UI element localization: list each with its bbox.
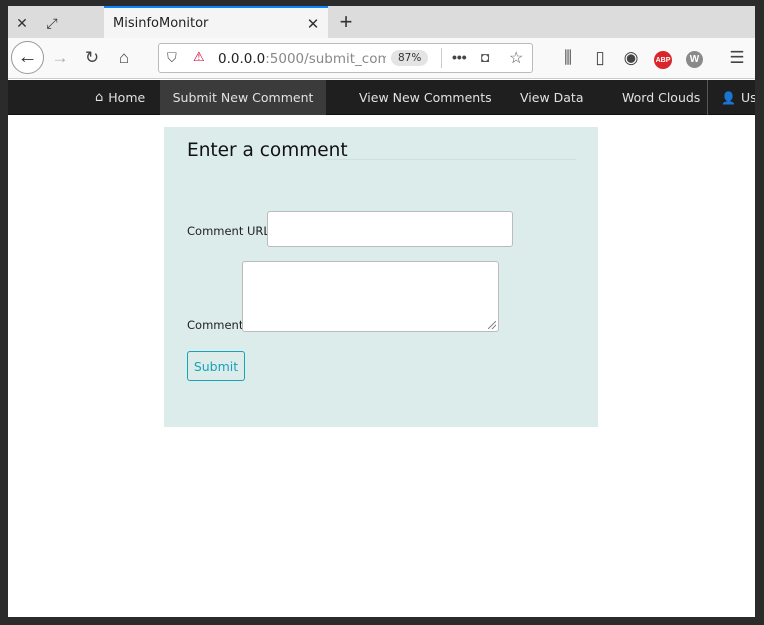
title-divider <box>326 159 576 160</box>
url-path: :5000/submit_comme <box>265 51 386 67</box>
comment-form-panel: Enter a comment Comment URL Comment Subm… <box>164 127 598 427</box>
nav-item-view-data[interactable]: View Data <box>520 80 583 115</box>
pocket-icon[interactable]: ◘ <box>481 49 489 65</box>
zoom-badge[interactable]: 87% <box>391 50 429 66</box>
nav-item-submit-comment[interactable]: Submit New Comment <box>160 80 326 115</box>
page-title: Enter a comment <box>187 140 348 161</box>
nav-item-home[interactable]: ⌂ Home <box>95 80 145 115</box>
reload-icon[interactable]: ↻ <box>80 46 104 70</box>
insecure-lock-icon[interactable]: ⚠ <box>193 49 205 65</box>
extension-w-icon[interactable]: W <box>686 51 703 68</box>
forward-arrow-icon[interactable]: → <box>48 46 72 70</box>
sidebar-icon[interactable]: ▯ <box>588 46 612 70</box>
resize-handle-icon[interactable] <box>488 321 496 329</box>
url-text[interactable]: 0.0.0.0:5000/submit_comme <box>218 51 386 67</box>
account-icon[interactable]: ◉ <box>619 46 643 70</box>
tab-strip: ✕ ⤢ MisinfoMonitor ✕ + <box>8 6 755 40</box>
nav-item-user[interactable]: 👤 Use <box>721 80 755 115</box>
shield-icon[interactable]: ⛉ <box>167 50 177 66</box>
browser-frame: ✕ ⤢ MisinfoMonitor ✕ + ← → ↻ ⌂ ⛉ ⚠ 0.0.0… <box>8 6 755 617</box>
more-actions-icon[interactable]: ••• <box>452 49 467 65</box>
site-navbar: ⌂ Home Submit New Comment View New Comme… <box>8 80 755 115</box>
comment-url-label: Comment URL <box>187 224 270 238</box>
library-icon[interactable]: ⫼ <box>556 46 580 70</box>
url-separator <box>441 48 442 68</box>
user-icon: 👤 <box>721 90 736 105</box>
tab-title: MisinfoMonitor <box>113 16 209 31</box>
nav-item-view-new-comments[interactable]: View New Comments <box>359 80 492 115</box>
url-host: 0.0.0.0 <box>218 51 266 67</box>
nav-view-data-label: View Data <box>520 90 584 105</box>
nav-divider <box>707 80 708 115</box>
bookmark-star-icon[interactable]: ☆ <box>509 48 523 68</box>
nav-user-label: Use <box>740 90 755 105</box>
fullscreen-icon[interactable]: ⤢ <box>41 12 63 34</box>
browser-toolbar: ← → ↻ ⌂ ⛉ ⚠ 0.0.0.0:5000/submit_comme 87… <box>8 38 755 79</box>
nav-submit-label: Submit New Comment <box>172 90 314 105</box>
back-arrow-icon[interactable]: ← <box>11 41 44 74</box>
nav-home-label: Home <box>108 90 146 105</box>
comment-label: Comment <box>187 318 244 332</box>
adblock-icon[interactable]: ABP <box>654 51 672 69</box>
url-bar[interactable]: ⛉ ⚠ 0.0.0.0:5000/submit_comme 87% ••• ◘ … <box>158 43 533 73</box>
browser-window: ✕ ⤢ MisinfoMonitor ✕ + ← → ↻ ⌂ ⛉ ⚠ 0.0.0… <box>0 0 764 625</box>
tab-close-icon[interactable]: ✕ <box>304 15 322 33</box>
nav-word-clouds-label: Word Clouds <box>622 90 701 105</box>
home-icon[interactable]: ⌂ <box>112 46 136 70</box>
home-icon: ⌂ <box>95 90 104 105</box>
comment-textarea[interactable] <box>242 261 499 332</box>
nav-view-new-label: View New Comments <box>359 90 492 105</box>
close-icon[interactable]: ✕ <box>11 12 33 34</box>
plus-icon[interactable]: + <box>334 9 358 34</box>
nav-item-word-clouds[interactable]: Word Clouds <box>622 80 700 115</box>
submit-button[interactable]: Submit <box>187 351 245 381</box>
hamburger-menu-icon[interactable]: ☰ <box>725 46 749 70</box>
tab-misinfomonitor[interactable]: MisinfoMonitor ✕ <box>104 6 328 40</box>
comment-url-input[interactable] <box>267 211 513 247</box>
